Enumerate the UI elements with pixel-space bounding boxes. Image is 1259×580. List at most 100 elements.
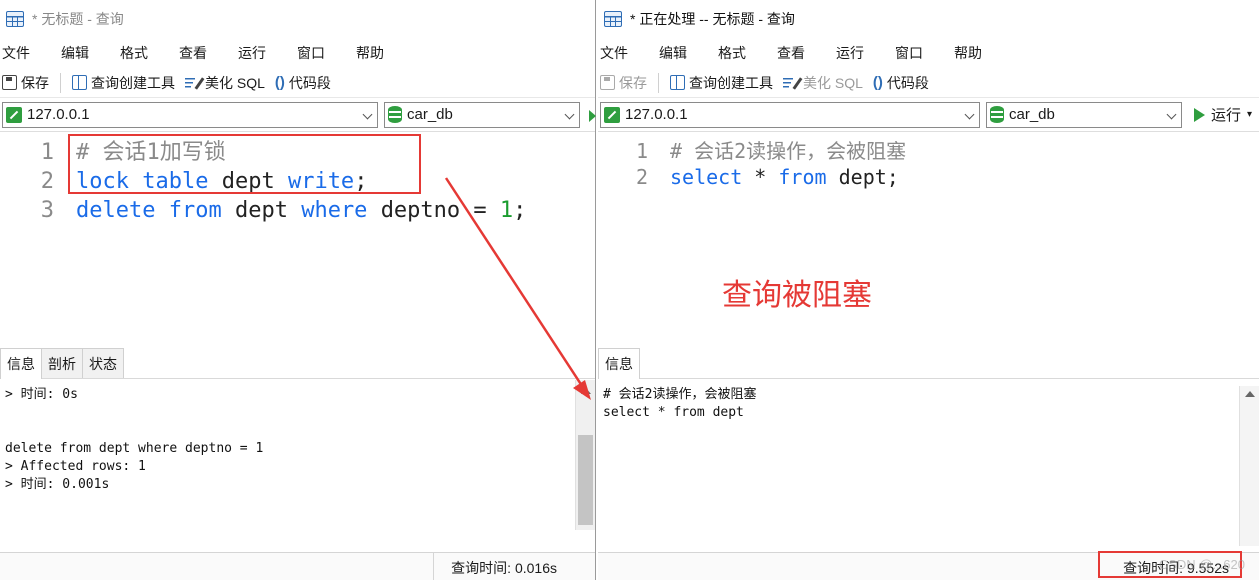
scroll-thumb[interactable] <box>578 435 593 525</box>
menu-view[interactable]: 查看 <box>179 43 207 63</box>
code-snippet-button[interactable]: () 代码段 <box>275 73 331 93</box>
info-scrollbar[interactable] <box>1239 386 1259 546</box>
query-builder-button[interactable]: 查询创建工具 <box>72 73 175 93</box>
number-literal: 1 <box>499 198 514 223</box>
connection-value: 127.0.0.1 <box>27 106 90 123</box>
title-bar: * 无标题 - 查询 <box>0 0 595 38</box>
parentheses-icon: () <box>872 74 883 91</box>
menu-file[interactable]: 文件 <box>2 43 30 63</box>
tab-info[interactable]: 信息 <box>0 348 42 379</box>
menu-format[interactable]: 格式 <box>120 43 148 63</box>
menu-window[interactable]: 窗口 <box>297 43 325 63</box>
info-scrollbar[interactable] <box>575 380 595 530</box>
menu-run[interactable]: 运行 <box>836 43 864 63</box>
info-line: > Affected rows: 1 <box>5 459 146 474</box>
menu-edit[interactable]: 编辑 <box>659 43 687 63</box>
annotation-blocked: 查询被阻塞 <box>722 278 872 313</box>
toolbar: 保存 查询创建工具 美化 SQL () 代码段 <box>0 68 595 98</box>
menu-window[interactable]: 窗口 <box>895 43 923 63</box>
line-number: 1 <box>635 139 648 163</box>
connection-select[interactable]: 127.0.0.1 <box>2 101 378 128</box>
keyword: where <box>301 198 368 223</box>
menu-run[interactable]: 运行 <box>238 43 266 63</box>
code-line-2: select * from dept; <box>670 164 1259 190</box>
connection-icon <box>6 106 22 123</box>
database-value: car_db <box>1009 106 1055 123</box>
dropdown-arrow-icon[interactable]: ▾ <box>1247 109 1252 120</box>
sql-editor[interactable]: 1 2 # 会话2读操作，会被阻塞 select * from dept; <box>598 138 1259 348</box>
connection-bar: 127.0.0.1 car_db <box>0 98 595 132</box>
play-icon <box>1194 107 1205 122</box>
menu-help[interactable]: 帮助 <box>356 43 384 63</box>
info-line: > 时间: 0.001s <box>5 477 110 492</box>
menu-file[interactable]: 文件 <box>600 43 628 63</box>
code-line-3: delete from dept where deptno = 1; <box>76 196 595 225</box>
scroll-up-icon[interactable] <box>1245 391 1255 397</box>
database-select[interactable]: car_db <box>384 101 580 128</box>
line-number: 1 <box>40 140 54 165</box>
menu-edit[interactable]: 编辑 <box>61 43 89 63</box>
snippet-label: 代码段 <box>288 74 331 91</box>
identifier: dept <box>234 198 288 223</box>
parentheses-icon: () <box>274 74 285 91</box>
info-output: > 时间: 0s delete from dept where deptno =… <box>0 386 595 494</box>
connection-bar: 127.0.0.1 car_db 运行 ▾ <box>598 98 1259 132</box>
line-number: 2 <box>635 165 648 189</box>
tab-profile[interactable]: 剖析 <box>41 348 83 378</box>
tab-status[interactable]: 状态 <box>82 348 124 378</box>
comment: # 会话2读操作，会被阻塞 <box>670 139 907 163</box>
save-label: 保存 <box>619 74 647 91</box>
title-bar: * 正在处理 -- 无标题 - 查询 <box>598 0 1259 38</box>
toolbar-divider <box>60 72 61 93</box>
menu-view[interactable]: 查看 <box>777 43 805 63</box>
tab-info[interactable]: 信息 <box>598 348 640 379</box>
keyword: select <box>670 165 743 189</box>
query-builder-icon <box>72 75 87 90</box>
run-icon[interactable] <box>589 110 596 122</box>
code-snippet-button[interactable]: () 代码段 <box>873 73 929 93</box>
menu-format[interactable]: 格式 <box>718 43 746 63</box>
query-builder-button[interactable]: 查询创建工具 <box>670 73 773 93</box>
info-line <box>5 404 595 422</box>
scroll-up-icon[interactable] <box>581 388 591 394</box>
connection-icon <box>604 106 620 123</box>
save-button[interactable]: 保存 <box>2 73 49 93</box>
query-window-session1: * 无标题 - 查询 文件 编辑 格式 查看 运行 窗口 帮助 保存 查询创建工… <box>0 0 596 580</box>
watermark: CSDN @...620 <box>1158 557 1245 572</box>
beautify-label: 美化 SQL <box>205 74 265 91</box>
info-line: > 时间: 0s <box>5 387 78 402</box>
run-button[interactable]: 运行 ▾ <box>1194 104 1252 125</box>
beautify-sql-button[interactable]: 美化 SQL <box>185 73 265 93</box>
chevron-down-icon <box>1166 109 1177 119</box>
menu-bar: 文件 编辑 格式 查看 运行 窗口 帮助 <box>0 38 595 68</box>
query-builder-label: 查询创建工具 <box>689 74 773 91</box>
beautify-icon <box>783 75 799 90</box>
line-number: 2 <box>40 169 54 194</box>
save-button[interactable]: 保存 <box>600 73 647 93</box>
identifier: dept <box>838 165 887 189</box>
info-line: select * from dept <box>603 405 744 420</box>
keyword: from <box>778 165 827 189</box>
connection-select[interactable]: 127.0.0.1 <box>600 101 980 128</box>
beautify-sql-button[interactable]: 美化 SQL <box>783 73 863 93</box>
info-output: # 会话2读操作，会被阻塞 select * from dept <box>598 386 1259 422</box>
beautify-icon <box>185 75 201 90</box>
window-title: * 无标题 - 查询 <box>32 11 124 27</box>
status-divider <box>433 553 434 580</box>
database-icon <box>388 106 402 123</box>
database-value: car_db <box>407 106 453 123</box>
database-select[interactable]: car_db <box>986 101 1182 128</box>
result-tabs: 信息 <box>598 348 1259 379</box>
code-area[interactable]: # 会话2读操作，会被阻塞 select * from dept; <box>654 138 1259 348</box>
menu-bar: 文件 编辑 格式 查看 运行 窗口 帮助 <box>598 38 1259 68</box>
line-numbers: 1 2 <box>598 138 654 348</box>
chevron-down-icon <box>362 109 373 119</box>
chevron-down-icon <box>564 109 575 119</box>
query-builder-icon <box>670 75 685 90</box>
snippet-label: 代码段 <box>886 74 929 91</box>
operator: * <box>754 165 767 189</box>
info-line: # 会话2读操作，会被阻塞 <box>603 387 757 402</box>
keyword: from <box>168 198 222 223</box>
menu-help[interactable]: 帮助 <box>954 43 982 63</box>
highlight-box-lock <box>68 134 421 194</box>
